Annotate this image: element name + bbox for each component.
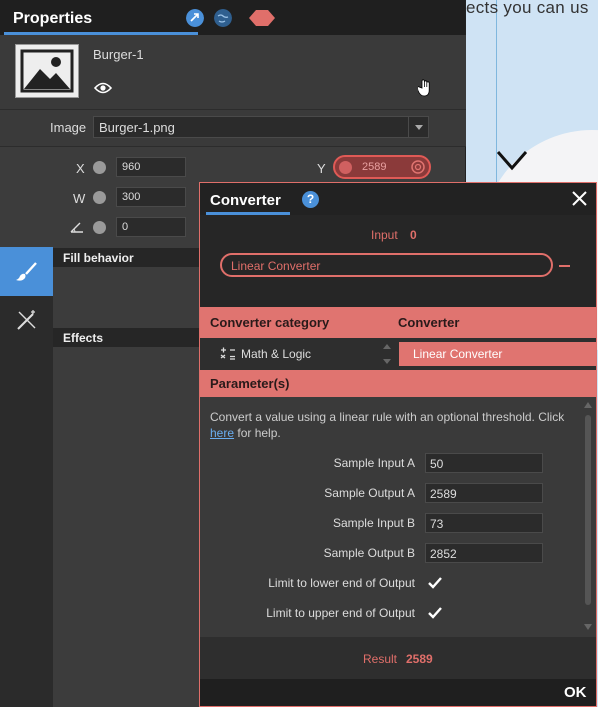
fill-behavior-label: Fill behavior [63,251,134,265]
parameters-body: Convert a value using a linear rule with… [200,397,596,637]
hand-cursor-icon [418,79,430,97]
visibility-eye-icon[interactable] [94,81,112,95]
close-icon[interactable] [571,190,588,207]
x-link-dot[interactable] [93,161,106,174]
effects-header[interactable]: Effects [53,328,200,347]
image-label: Image [50,120,87,135]
category-item[interactable]: Math & Logic [241,347,311,361]
tab-fill[interactable] [0,247,53,296]
check-label: Limit to upper end of Output [266,606,415,620]
chevron-down-icon[interactable] [408,117,428,137]
parameters-scrollbar[interactable] [583,401,593,633]
input-value: 0 [410,228,417,242]
param-label: Sample Output A [324,486,415,500]
lower-limit-checkbox[interactable] [427,575,443,591]
scroll-up-arrow[interactable] [584,401,592,409]
converter-item-selected[interactable]: Linear Converter [399,342,596,366]
side-tabs [0,247,53,707]
category-scroll-arrows[interactable] [383,342,391,366]
selected-converter-pill[interactable]: Linear Converter [220,253,553,277]
check-label: Limit to lower end of Output [268,576,415,590]
math-logic-icon [220,347,235,360]
magic-wand-icon [17,310,36,330]
dialog-header: Converter ? [200,183,596,215]
tab-effects[interactable] [0,296,53,345]
converter-list-row: Math & Logic Linear Converter [200,338,596,370]
object-name: Burger-1 [93,47,144,62]
angle-icon [70,222,83,233]
properties-header: Properties [0,0,465,35]
converter-list-header: Converter category Converter [200,307,596,338]
parameters-title: Parameter(s) [210,376,290,391]
w-link-dot[interactable] [93,191,106,204]
converter-input-area: Input 0 Linear Converter [200,215,596,339]
image-row: Image Burger-1.png [0,110,466,147]
ok-button[interactable]: OK [564,684,587,701]
x-input[interactable]: 960 [116,157,186,177]
link-icon[interactable] [186,9,204,27]
converter-dialog: Converter ? Input 0 Linear Converter Con… [199,182,597,707]
dialog-title: Converter [210,192,281,209]
dialog-footer: OK [200,679,596,706]
angle-input[interactable]: 0 [116,217,186,237]
y-value: 2589 [362,161,387,173]
image-select[interactable]: Burger-1.png [93,116,429,138]
sample-input-b-field[interactable]: 73 [425,513,543,533]
help-icon[interactable]: ? [302,191,319,208]
image-thumbnail[interactable] [15,44,79,98]
help-link[interactable]: here [210,426,234,440]
converter-spiral-icon[interactable] [411,160,425,174]
paintbrush-icon [16,262,37,281]
canvas-text: ects you can us [466,0,589,17]
y-link-dot[interactable] [339,161,352,174]
scroll-down-arrow[interactable] [584,623,592,631]
w-label: W [73,191,86,206]
param-label: Sample Output B [323,546,415,560]
y-label: Y [317,161,326,176]
upper-limit-checkbox[interactable] [427,605,443,621]
result-label: Result [363,652,398,666]
sample-output-b-field[interactable]: 2852 [425,543,543,563]
fill-behavior-header[interactable]: Fill behavior [53,248,200,267]
angle-link-dot[interactable] [93,221,106,234]
y-input-bound[interactable]: 2589 [333,155,431,179]
image-select-value: Burger-1.png [99,120,175,135]
remove-converter-icon[interactable] [559,265,570,267]
parameters-description: Convert a value using a linear rule with… [210,409,578,441]
category-header: Converter category [210,315,330,330]
converter-item-label: Linear Converter [413,347,503,361]
chevron-down-icon [497,151,527,171]
image-icon [20,49,74,93]
description-tail: for help. [234,426,281,440]
sample-output-a-field[interactable]: 2589 [425,483,543,503]
effects-label: Effects [63,331,104,345]
panel-title: Properties [13,10,93,27]
parameters-header: Parameter(s) [200,370,596,397]
selected-converter-label: Linear Converter [231,259,321,273]
object-summary: Burger-1 [0,35,466,110]
description-text: Convert a value using a linear rule with… [210,410,565,424]
converter-header: Converter [398,315,460,330]
input-label: Input [371,228,398,242]
x-label: X [76,161,85,176]
param-label: Sample Input B [332,516,415,530]
globe-icon[interactable] [214,9,232,27]
sample-input-a-field[interactable]: 50 [425,453,543,473]
result-bar: Result 2589 [200,637,596,679]
converter-tag-icon[interactable] [249,10,275,26]
result-value: 2589 [406,652,433,666]
w-input[interactable]: 300 [116,187,186,207]
scroll-thumb[interactable] [585,415,591,605]
param-label: Sample Input A [333,456,415,470]
